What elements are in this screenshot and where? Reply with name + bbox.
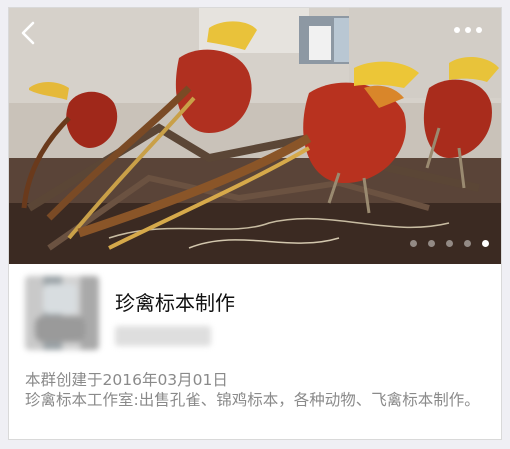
carousel-dot[interactable]	[410, 240, 417, 247]
group-photo-carousel[interactable]	[9, 8, 501, 264]
group-avatar[interactable]	[25, 276, 99, 350]
pheasant-photo	[9, 8, 501, 264]
more-dots-icon	[454, 27, 482, 33]
carousel-dot[interactable]	[446, 240, 453, 247]
more-options-button[interactable]	[453, 26, 489, 46]
carousel-dot[interactable]	[464, 240, 471, 247]
carousel-pagination	[410, 240, 489, 247]
chevron-left-icon	[21, 21, 35, 45]
group-description: 珍禽标本工作室:出售孔雀、锦鸡标本，各种动物、飞禽标本制作。	[25, 391, 480, 409]
carousel-dot[interactable]	[428, 240, 435, 247]
group-created-date: 本群创建于2016年03月01日	[25, 371, 228, 389]
carousel-dot-active[interactable]	[482, 240, 489, 247]
back-button[interactable]	[19, 20, 49, 50]
group-title: 珍禽标本制作	[115, 291, 235, 315]
group-card: 珍禽标本制作 本群创建于2016年03月01日 珍禽标本工作室:出售孔雀、锦鸡标…	[8, 7, 502, 440]
blurred-group-id	[115, 326, 211, 346]
